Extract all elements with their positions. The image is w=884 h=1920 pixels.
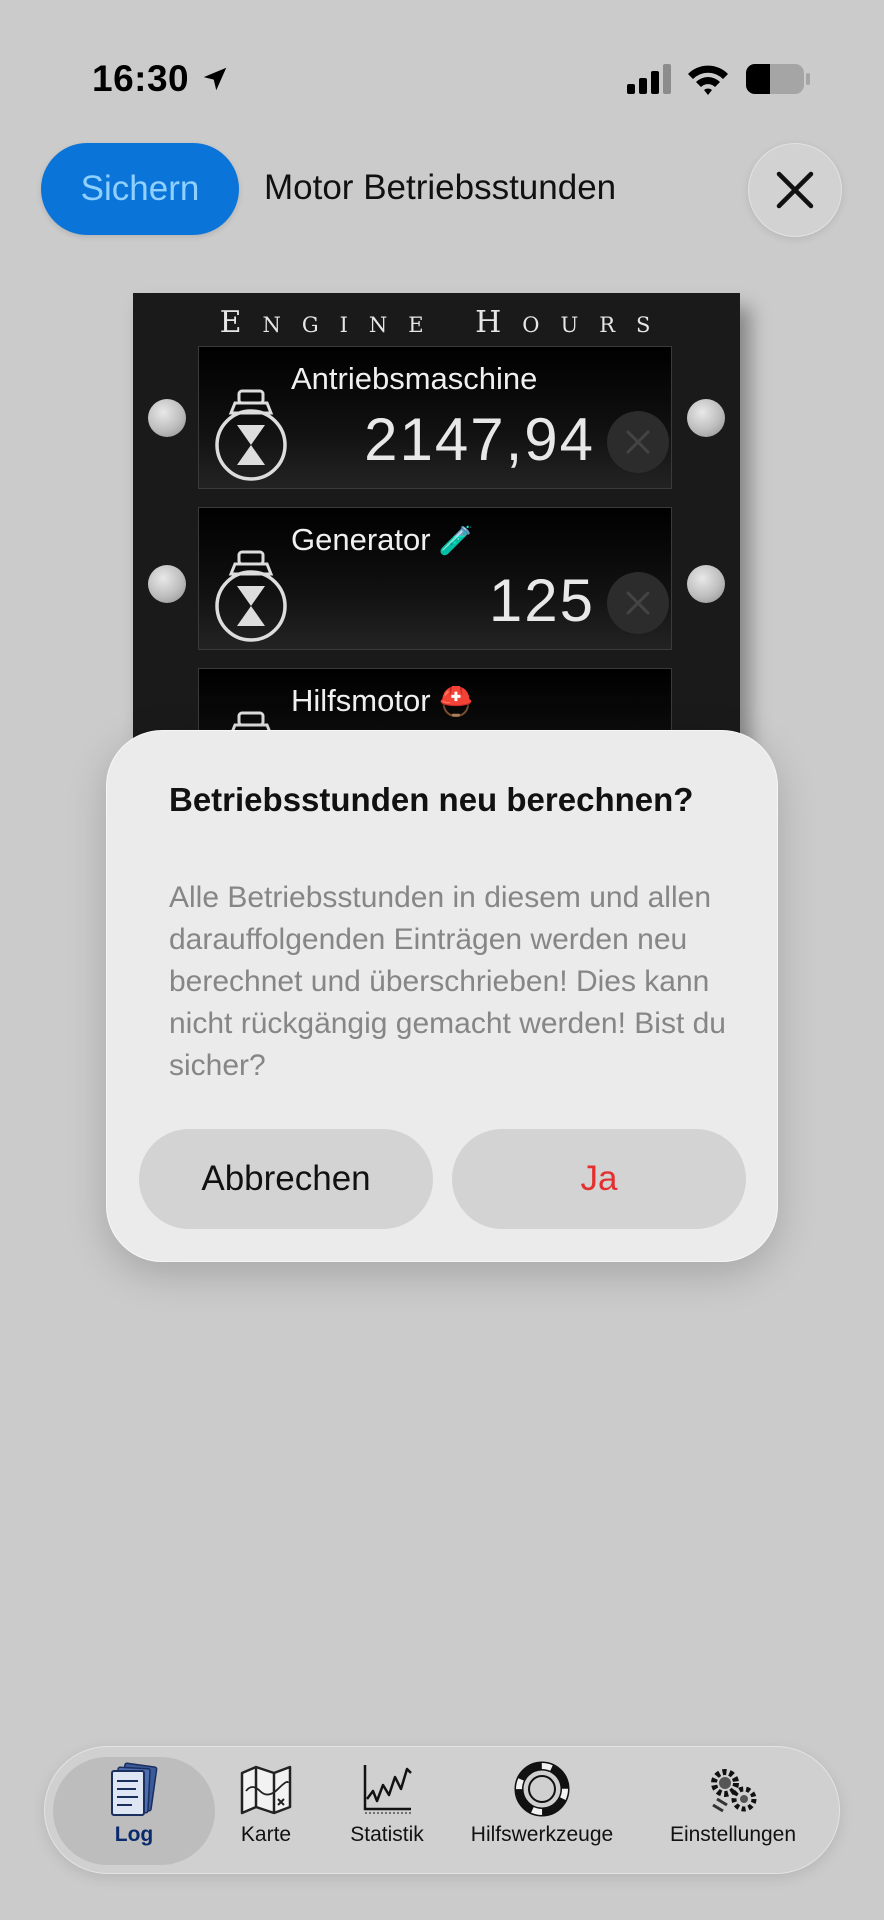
page-title: Motor Betriebsstunden	[264, 168, 617, 207]
rescue-helmet-icon: ⛑️	[438, 686, 474, 717]
rivet	[148, 565, 186, 603]
clear-button[interactable]	[607, 572, 669, 634]
clear-icon	[626, 430, 650, 454]
tab-einstellungen[interactable]: Einstellungen	[643, 1757, 823, 1865]
map-icon	[240, 1765, 292, 1815]
hourglass-engine-icon	[215, 389, 287, 481]
clear-icon	[626, 591, 650, 615]
close-icon	[776, 171, 814, 209]
hourglass-engine-icon	[215, 550, 287, 642]
tab-hilfswerkzeuge[interactable]: Hilfswerkzeuge	[451, 1757, 633, 1865]
tab-karte[interactable]: Karte	[211, 1757, 321, 1865]
tab-statistik[interactable]: Statistik	[321, 1757, 453, 1865]
tab-label: Einstellungen	[669, 1823, 797, 1846]
engine-name: Generator 🧪	[291, 522, 474, 557]
chart-icon	[363, 1765, 412, 1814]
rivet	[687, 399, 725, 437]
location-arrow-icon	[203, 67, 227, 91]
engine-name: Antriebsmaschine	[291, 361, 538, 396]
engine-hours-value: 2147,94	[364, 406, 595, 473]
engine-hours-value: 125	[488, 567, 595, 634]
gears-icon	[711, 1769, 757, 1813]
battery-icon	[746, 64, 810, 94]
engine-row-generator[interactable]: Generator 🧪 125	[198, 507, 672, 650]
status-time: 16:30	[92, 58, 190, 99]
engine-hours-panel: Engine Hours Antriebsmaschine 2147,94 Ge…	[133, 293, 740, 753]
tab-log[interactable]: Log	[53, 1757, 215, 1865]
alert-title: Betriebsstunden neu berechnen?	[169, 781, 694, 818]
lifebuoy-icon	[514, 1761, 570, 1817]
logbook-icon	[111, 1762, 158, 1816]
close-button[interactable]	[748, 143, 842, 237]
test-tube-icon: 🧪	[438, 525, 474, 556]
engine-row-antriebsmaschine[interactable]: Antriebsmaschine 2147,94	[198, 346, 672, 489]
tab-label: Log	[114, 1823, 154, 1846]
cellular-signal-icon	[627, 64, 671, 94]
cancel-button[interactable]: Abbrechen	[139, 1129, 433, 1229]
recalculate-alert: Betriebsstunden neu berechnen? Alle Betr…	[106, 730, 778, 1262]
rivet	[148, 399, 186, 437]
tab-label: Hilfswerkzeuge	[470, 1823, 614, 1846]
status-bar: 16:30	[0, 0, 884, 120]
rivet	[687, 565, 725, 603]
tab-bar: Log Karte Statistik Hilfswerkzeuge Einst…	[44, 1746, 840, 1874]
tab-label: Karte	[240, 1823, 292, 1846]
alert-message: Alle Betriebsstunden in diesem und allen…	[169, 881, 726, 1082]
tab-label: Statistik	[350, 1823, 424, 1846]
confirm-button[interactable]: Ja	[452, 1129, 746, 1229]
engine-name: Hilfsmotor ⛑️	[291, 683, 474, 718]
save-button[interactable]: Sichern	[41, 143, 239, 235]
wifi-icon	[688, 65, 728, 95]
engine-panel-title: Engine Hours	[219, 305, 672, 340]
clear-button[interactable]	[607, 411, 669, 473]
